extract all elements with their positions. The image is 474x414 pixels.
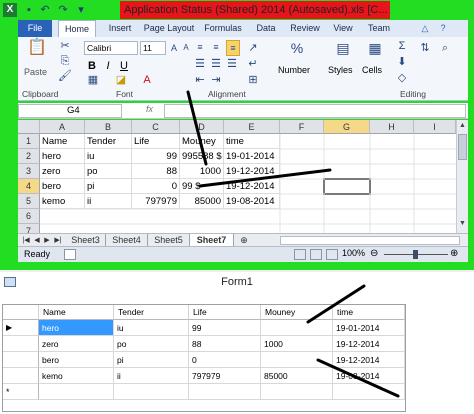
form-annotation-strokes bbox=[306, 284, 400, 398]
annotation-strokes bbox=[186, 90, 332, 188]
form1-window: Form1 Name Tender Life Mouney time ▶ her… bbox=[0, 272, 474, 414]
excel-window: X ▪ ↶ ↷ ▾ Application Status (Shared) 20… bbox=[0, 0, 474, 270]
